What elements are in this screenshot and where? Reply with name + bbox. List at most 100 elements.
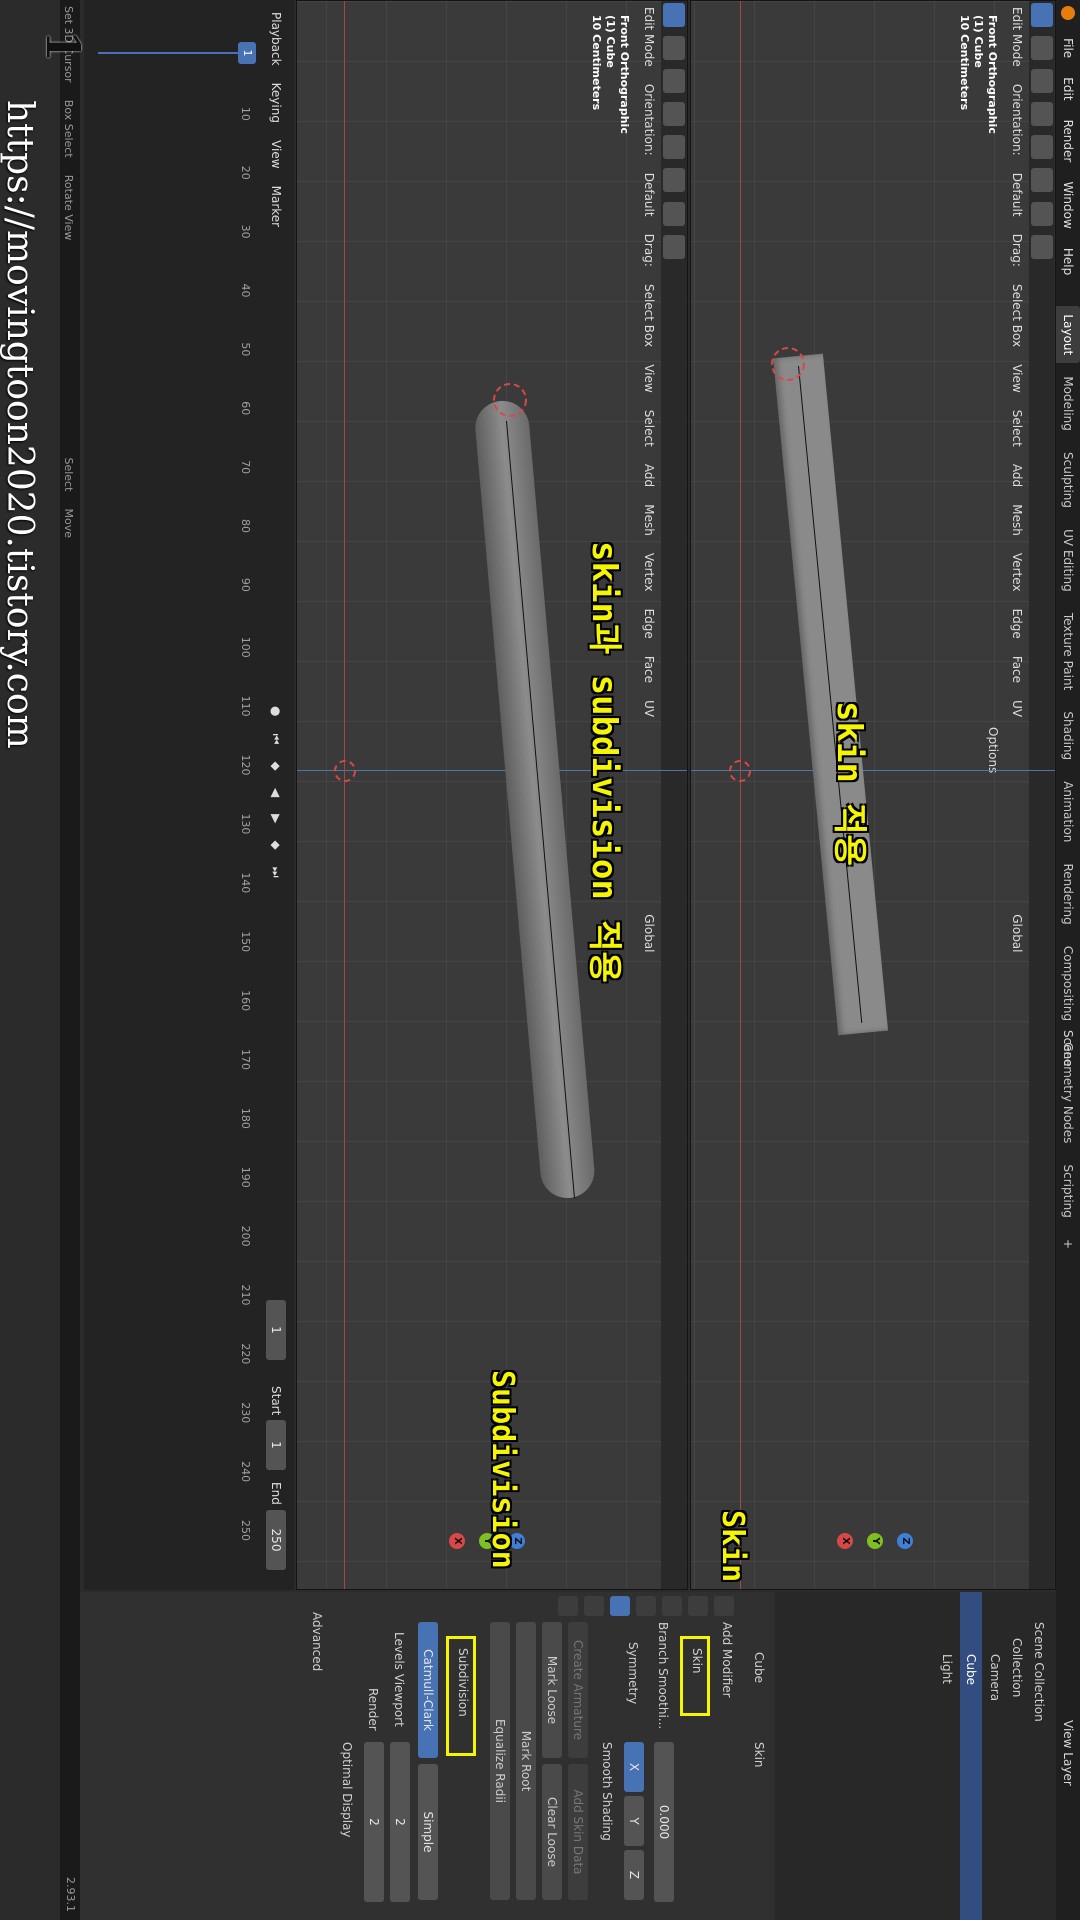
add-workspace-button[interactable]: +: [1056, 1231, 1080, 1257]
next-key-icon[interactable]: ◆: [264, 834, 288, 855]
render-levels-field[interactable]: 2: [364, 1742, 384, 1902]
menu-edge[interactable]: Edge: [637, 603, 661, 645]
extrude-tool-icon[interactable]: [1031, 234, 1053, 259]
3d-cursor-icon[interactable]: [334, 760, 356, 782]
timeline[interactable]: Playback Keying View Marker ● ⏮ ◆ ◀ ▶ ◆ …: [84, 0, 294, 1590]
tab-rendering[interactable]: Rendering: [1056, 856, 1080, 933]
outliner-camera[interactable]: Camera: [988, 1654, 1002, 1701]
equalize-radii-button[interactable]: Equalize Radii: [490, 1622, 510, 1900]
scene-tab-icon[interactable]: [636, 1596, 656, 1616]
gizmo-y-icon[interactable]: Y: [867, 1533, 883, 1549]
simple-toggle[interactable]: Simple: [418, 1764, 438, 1900]
tab-animation[interactable]: Animation: [1056, 773, 1080, 850]
rotate-tool-icon[interactable]: [1031, 102, 1053, 127]
start-frame-field[interactable]: 1: [266, 1420, 286, 1470]
menu-view[interactable]: View: [1005, 358, 1029, 398]
drag-dropdown[interactable]: Select Box: [637, 278, 661, 353]
outliner-collection[interactable]: Collection: [1010, 1638, 1024, 1697]
properties-panel[interactable]: Cube Skin Add Modifier Skin Branch Smoot…: [80, 1592, 774, 1920]
viewport-skin-subdivision[interactable]: Edit Mode Orientation: Default Drag: Sel…: [296, 0, 688, 1590]
drag-dropdown[interactable]: Select Box: [1005, 278, 1029, 353]
navigation-gizmo[interactable]: Z Y X: [835, 1501, 915, 1581]
tab-layout[interactable]: Layout: [1056, 306, 1080, 364]
material-tab-icon[interactable]: [558, 1596, 578, 1616]
tab-texture-paint[interactable]: Texture Paint: [1056, 605, 1080, 698]
add-cube-tool-icon[interactable]: [1031, 201, 1053, 226]
blender-logo-icon[interactable]: [1061, 6, 1075, 20]
orientation-dropdown[interactable]: Default: [637, 167, 661, 223]
tab-shading[interactable]: Shading: [1056, 703, 1080, 768]
record-icon[interactable]: ●: [264, 700, 288, 722]
menu-window[interactable]: Window: [1056, 174, 1080, 235]
menu-marker[interactable]: Marker: [264, 180, 288, 233]
branch-smoothing-field[interactable]: 0.000: [654, 1742, 674, 1902]
symmetry-z-toggle[interactable]: Z: [624, 1850, 644, 1900]
clear-loose-button[interactable]: Clear Loose: [542, 1764, 562, 1900]
tab-uv-editing[interactable]: UV Editing: [1056, 521, 1080, 600]
rotate-tool-icon[interactable]: [663, 102, 685, 127]
view-layer-selector[interactable]: View Layer: [1061, 1720, 1075, 1786]
menu-select[interactable]: Select: [1005, 404, 1029, 453]
output-tab-icon[interactable]: [662, 1596, 682, 1616]
menu-playback[interactable]: Playback: [264, 6, 288, 72]
frame-ruler[interactable]: 1102030405060708090100110120130140150160…: [234, 0, 254, 1590]
extrude-tool-icon[interactable]: [663, 234, 685, 259]
add-skin-data-button[interactable]: Add Skin Data: [568, 1764, 588, 1900]
catmull-clark-toggle[interactable]: Catmull-Clark: [418, 1622, 438, 1758]
mode-dropdown[interactable]: Edit Mode: [637, 1, 661, 73]
3d-cursor-icon[interactable]: [729, 760, 751, 782]
play-icon[interactable]: ▶: [264, 808, 288, 829]
menu-render[interactable]: Render: [1056, 113, 1080, 170]
scale-tool-icon[interactable]: [663, 69, 685, 94]
current-frame-field[interactable]: 1: [266, 1300, 286, 1360]
tool-tab-icon[interactable]: [714, 1596, 734, 1616]
menu-file[interactable]: File: [1056, 31, 1080, 65]
render-tab-icon[interactable]: [688, 1596, 708, 1616]
scene-selector[interactable]: Scene: [1061, 1030, 1075, 1067]
move-tool-icon[interactable]: [1031, 3, 1053, 27]
menu-select[interactable]: Select: [637, 404, 661, 453]
transform-orientation-dropdown[interactable]: Global: [637, 908, 661, 958]
menu-add[interactable]: Add: [637, 458, 661, 493]
annotate-tool-icon[interactable]: [663, 135, 685, 160]
object-data-tab-icon[interactable]: [584, 1596, 604, 1616]
play-reverse-icon[interactable]: ◀: [264, 782, 288, 803]
advanced-panel-toggle[interactable]: Advanced: [310, 1612, 324, 1671]
move-tool-icon[interactable]: [663, 3, 685, 27]
menu-mesh[interactable]: Mesh: [1005, 498, 1029, 542]
mark-loose-button[interactable]: Mark Loose: [542, 1622, 562, 1758]
cursor-tool-icon[interactable]: [1031, 36, 1053, 61]
tab-sculpting[interactable]: Sculpting: [1056, 444, 1080, 516]
gizmo-x-icon[interactable]: X: [837, 1533, 853, 1549]
modifier-tab-icon[interactable]: [610, 1596, 630, 1616]
menu-uv[interactable]: UV: [637, 694, 661, 723]
end-frame-field[interactable]: 250: [266, 1510, 286, 1570]
scale-tool-icon[interactable]: [1031, 69, 1053, 94]
add-modifier-button[interactable]: Add Modifier: [720, 1622, 734, 1698]
outliner[interactable]: Scene Collection Collection Camera Cube …: [776, 1592, 1056, 1920]
menu-add[interactable]: Add: [1005, 458, 1029, 493]
orientation-dropdown[interactable]: Default: [1005, 167, 1029, 223]
symmetry-y-toggle[interactable]: Y: [624, 1796, 644, 1846]
outliner-light[interactable]: Light: [940, 1654, 954, 1684]
tab-scripting[interactable]: Scripting: [1056, 1157, 1080, 1226]
levels-viewport-field[interactable]: 2: [390, 1742, 410, 1902]
tab-compositing[interactable]: Compositing: [1056, 938, 1080, 1029]
menu-mesh[interactable]: Mesh: [637, 498, 661, 542]
gizmo-z-icon[interactable]: Z: [897, 1533, 913, 1549]
menu-vertex[interactable]: Vertex: [1005, 547, 1029, 598]
measure-tool-icon[interactable]: [663, 168, 685, 193]
menu-uv[interactable]: UV: [1005, 694, 1029, 723]
create-armature-button[interactable]: Create Armature: [568, 1622, 588, 1758]
menu-view[interactable]: View: [637, 358, 661, 398]
menu-vertex[interactable]: Vertex: [637, 547, 661, 598]
measure-tool-icon[interactable]: [1031, 168, 1053, 193]
menu-keying[interactable]: Keying: [264, 77, 288, 129]
symmetry-x-toggle[interactable]: X: [624, 1742, 644, 1792]
menu-edit[interactable]: Edit: [1056, 70, 1080, 107]
menu-help[interactable]: Help: [1056, 241, 1080, 282]
smooth-shading-checkbox[interactable]: Smooth Shading: [600, 1742, 614, 1841]
menu-edge[interactable]: Edge: [1005, 603, 1029, 645]
annotate-tool-icon[interactable]: [1031, 135, 1053, 160]
prev-key-icon[interactable]: ◆: [264, 755, 288, 776]
